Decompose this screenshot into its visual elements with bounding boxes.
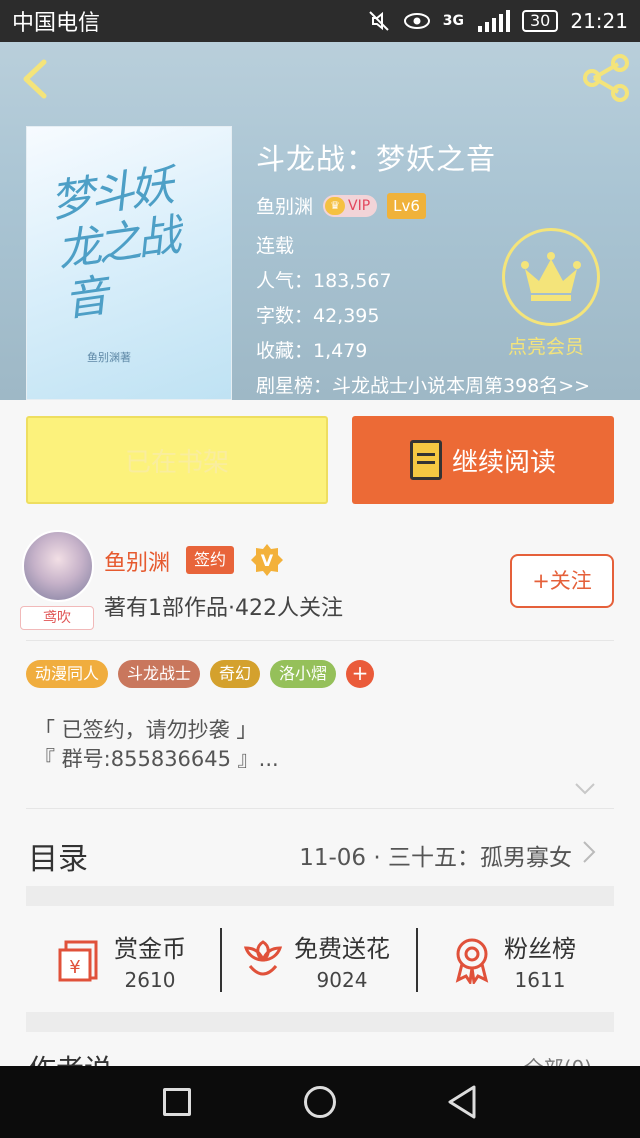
divider: [26, 640, 614, 641]
fan-rank-button[interactable]: 粉丝榜 1611: [450, 928, 576, 992]
svg-text:¥: ¥: [69, 957, 80, 978]
nav-back-icon[interactable]: [446, 1084, 478, 1120]
signed-badge: 签约: [186, 546, 235, 574]
signal-icon: [478, 10, 510, 32]
flower-icon: [243, 940, 283, 976]
recent-apps-icon[interactable]: [163, 1088, 191, 1116]
member-label[interactable]: 点亮会员: [508, 332, 584, 359]
stat-value: 9024: [316, 967, 368, 992]
home-icon[interactable]: [304, 1086, 336, 1118]
add-tag-button[interactable]: +: [346, 660, 375, 688]
status-bar: 中国电信 3G 30 21:21: [0, 0, 640, 42]
free-flower-button[interactable]: 免费送花 9024: [242, 928, 390, 992]
chevron-down-icon[interactable]: [574, 782, 596, 796]
share-icon[interactable]: [580, 52, 632, 104]
tag-list: 动漫同人 斗龙战士 奇幻 洛小熠 +: [26, 660, 375, 688]
on-shelf-button[interactable]: 已在书架: [26, 416, 328, 504]
crown-icon: ♛: [325, 196, 346, 215]
level-badge: Lv6: [387, 192, 426, 219]
author-line: 鱼别渊 ♛ VIP Lv6: [256, 192, 590, 219]
cover-author: 鱼别渊著: [87, 351, 131, 364]
crown-icon: [521, 252, 581, 301]
book-title: 斗龙战：梦妖之音: [256, 142, 497, 176]
stat-separator: [416, 928, 418, 992]
author-stats: 著有1部作品·422人关注: [104, 596, 343, 621]
stat-label: 粉丝榜: [504, 934, 576, 963]
stat-value: 1611: [514, 967, 566, 992]
stat-label: 赏金币: [114, 934, 186, 963]
latest-chapter-link[interactable]: 11-06 · 三十五：孤男寡女: [299, 838, 572, 872]
stat-label: 免费送花: [294, 934, 390, 963]
stat-value: 2610: [124, 967, 176, 992]
verified-label: V: [261, 551, 274, 570]
section-gap: [26, 886, 614, 906]
continue-reading-label: 继续阅读: [451, 447, 556, 478]
author-name[interactable]: 鱼别渊: [104, 545, 170, 577]
stat-separator: [220, 928, 222, 992]
book-ranking-link[interactable]: 剧星榜：斗龙战士小说本周第398名>>: [256, 369, 590, 400]
back-arrow-icon[interactable]: [14, 54, 58, 104]
book-description[interactable]: 「 已签约，请勿抄袭 」 『 群号:855836645 』...: [34, 716, 279, 774]
chevron-right-icon[interactable]: [582, 840, 596, 864]
book-author[interactable]: 鱼别渊: [256, 192, 313, 219]
follow-button[interactable]: +关注: [510, 554, 614, 608]
carrier-label: 中国电信: [12, 11, 101, 36]
battery-indicator: 30: [522, 10, 559, 32]
verified-icon: V: [251, 544, 283, 576]
vip-label: VIP: [348, 197, 371, 214]
divider: [26, 808, 614, 809]
clock: 21:21: [570, 9, 628, 33]
tag-item[interactable]: 洛小熠: [270, 660, 337, 688]
network-indicator: 3G: [442, 13, 464, 29]
author-avatar[interactable]: [22, 530, 94, 602]
book-cover[interactable]: 梦斗妖龙之战音 鱼别渊著: [26, 126, 232, 400]
section-gap: [26, 1012, 614, 1032]
tag-item[interactable]: 斗龙战士: [118, 660, 201, 688]
system-nav-bar: [0, 1066, 640, 1138]
reward-coin-button[interactable]: ¥ 赏金币 2610: [56, 928, 186, 992]
cover-title: 梦斗妖龙之战音: [47, 160, 181, 327]
toc-label[interactable]: 目录: [28, 834, 88, 878]
vip-badge: ♛ VIP: [323, 194, 378, 217]
continue-reading-button[interactable]: 继续阅读: [352, 416, 614, 504]
description-line: 「 已签约，请勿抄袭 」: [34, 718, 258, 742]
member-crown-button[interactable]: [502, 228, 600, 326]
book-icon: [409, 440, 442, 480]
medal-icon: [455, 938, 489, 984]
tag-item[interactable]: 奇幻: [210, 660, 261, 688]
mute-icon: [369, 11, 389, 31]
description-line: 『 群号:855836645 』...: [34, 747, 279, 771]
reward-coin-icon: ¥: [58, 940, 98, 982]
book-header: 梦斗妖龙之战音 鱼别渊著 斗龙战：梦妖之音 鱼别渊 ♛ VIP Lv6 连载 人…: [0, 42, 640, 400]
tag-item[interactable]: 动漫同人: [26, 660, 109, 688]
eye-icon: [403, 13, 430, 29]
avatar-tag: 鸢吹: [20, 606, 94, 630]
